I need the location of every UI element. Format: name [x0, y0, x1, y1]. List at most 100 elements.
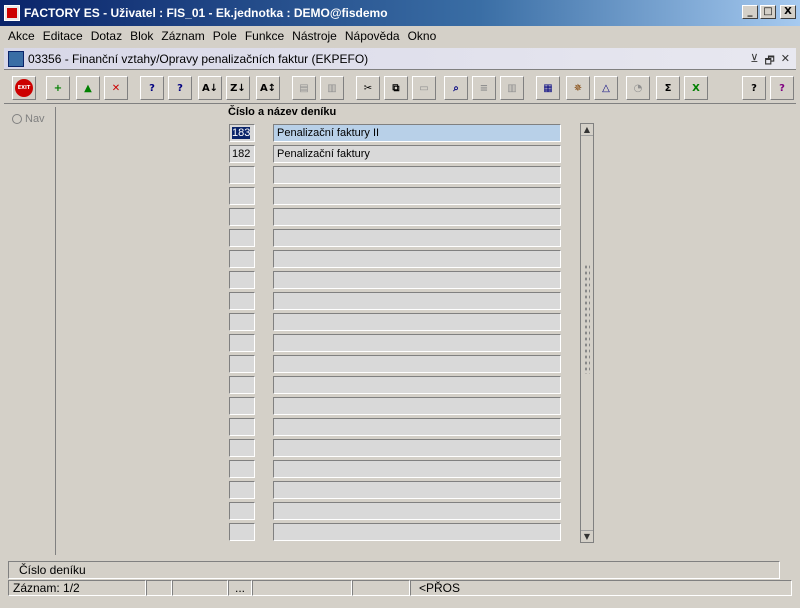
journal-name-field[interactable] [273, 523, 561, 541]
context-help-button[interactable]: ? [770, 76, 794, 100]
journal-number-field[interactable] [229, 397, 255, 415]
menu-item-4[interactable]: Záznam [157, 29, 208, 43]
chart-button[interactable]: ◔ [626, 76, 650, 100]
sort-desc-button[interactable]: Z↓ [226, 76, 250, 100]
journal-name-field[interactable]: Penalizační faktury II [273, 124, 561, 142]
menu-item-6[interactable]: Funkce [241, 29, 288, 43]
journal-name-field[interactable] [273, 439, 561, 457]
sort-asc-button[interactable]: A↓ [198, 76, 222, 100]
journal-name-field[interactable] [273, 229, 561, 247]
menu-item-3[interactable]: Blok [126, 29, 157, 43]
journal-name-field[interactable] [273, 334, 561, 352]
maximize-button[interactable]: □ [760, 5, 776, 19]
save-icon: ▲ [84, 82, 92, 94]
excel-button[interactable]: X [684, 76, 708, 100]
journal-name-field[interactable] [273, 418, 561, 436]
journal-name-field[interactable] [273, 292, 561, 310]
journal-number-field[interactable] [229, 460, 255, 478]
journal-number-field[interactable] [229, 376, 255, 394]
help-button[interactable]: ? [742, 76, 766, 100]
insert-record-button[interactable]: + [46, 76, 70, 100]
journal-name-field[interactable] [273, 187, 561, 205]
sum-button[interactable]: Σ [656, 76, 680, 100]
query-execute-button[interactable]: ? [168, 76, 192, 100]
journal-number-field[interactable] [229, 418, 255, 436]
journal-name-field[interactable] [273, 313, 561, 331]
journal-name-field[interactable] [273, 166, 561, 184]
journal-number-field[interactable] [229, 355, 255, 373]
copy-button[interactable]: ⧉ [384, 76, 408, 100]
journal-name-field[interactable] [273, 397, 561, 415]
table-row [229, 355, 561, 373]
nav-radio[interactable]: Nav [12, 113, 45, 125]
journal-number-field[interactable] [229, 313, 255, 331]
scroll-grip[interactable] [584, 264, 590, 374]
triangle-button[interactable]: △ [594, 76, 618, 100]
columns-button[interactable]: ▥ [500, 76, 524, 100]
journal-name-field[interactable] [273, 271, 561, 289]
journal-number-field[interactable] [229, 208, 255, 226]
nav-panel: Nav [6, 107, 56, 555]
journal-name-field[interactable] [273, 502, 561, 520]
status-mode: <PŘOS [410, 580, 792, 596]
journal-number-field[interactable] [229, 523, 255, 541]
print-button[interactable]: ▤ [292, 76, 316, 100]
exit-button[interactable]: EXIT [12, 76, 36, 100]
journal-name-field[interactable] [273, 355, 561, 373]
journal-name-field[interactable] [273, 376, 561, 394]
journal-number-field[interactable] [229, 250, 255, 268]
paste-button[interactable]: ▭ [412, 76, 436, 100]
sort-multi-button[interactable]: A↕ [256, 76, 280, 100]
lines-button[interactable]: ≡ [472, 76, 496, 100]
minimize-button[interactable]: _ [742, 5, 758, 19]
form-title: 03356 - Finanční vztahy/Opravy penalizač… [28, 52, 369, 66]
form-restore-icon[interactable]: 🗗 [764, 52, 774, 71]
menu-item-1[interactable]: Editace [39, 29, 87, 43]
vertical-scrollbar[interactable]: ▲ ▼ [580, 123, 594, 543]
journal-number-field[interactable]: 182 [229, 145, 255, 163]
journal-number-field[interactable] [229, 166, 255, 184]
journal-name-field[interactable] [273, 460, 561, 478]
app-icon [4, 5, 20, 21]
journal-number-field[interactable] [229, 481, 255, 499]
print-preview-button[interactable]: ▥ [320, 76, 344, 100]
menu-item-7[interactable]: Nástroje [288, 29, 341, 43]
close-button[interactable]: X [780, 5, 796, 19]
save-button[interactable]: ▲ [76, 76, 100, 100]
table-row [229, 523, 561, 541]
journal-number-field[interactable] [229, 439, 255, 457]
journal-number-field[interactable] [229, 187, 255, 205]
query-enter-button[interactable]: ? [140, 76, 164, 100]
delete-record-button[interactable]: ✕ [104, 76, 128, 100]
query-execute-icon: ? [177, 82, 183, 94]
scroll-down-icon[interactable]: ▼ [581, 530, 593, 542]
journal-number-field[interactable]: 183 [229, 124, 255, 142]
table-row [229, 187, 561, 205]
journal-number-field[interactable] [229, 229, 255, 247]
journal-name-field[interactable] [273, 208, 561, 226]
table-row [229, 208, 561, 226]
journal-name-field[interactable] [273, 250, 561, 268]
journal-name-field[interactable] [273, 481, 561, 499]
form-minimize-icon[interactable]: ⊻ [750, 52, 758, 71]
wheel-button[interactable]: ✵ [566, 76, 590, 100]
menu-item-5[interactable]: Pole [209, 29, 241, 43]
status-bar: Záznam: 1/2 ... <PŘOS [8, 580, 792, 596]
journal-number-field[interactable] [229, 292, 255, 310]
journal-number-field[interactable] [229, 502, 255, 520]
form-close-icon[interactable]: ✕ [781, 52, 790, 71]
journal-number-field[interactable] [229, 271, 255, 289]
menu-item-9[interactable]: Okno [404, 29, 441, 43]
menu-item-2[interactable]: Dotaz [87, 29, 126, 43]
sort-multi-icon: A↕ [259, 82, 277, 94]
journal-name-field[interactable]: Penalizační faktury [273, 145, 561, 163]
journal-number-field[interactable] [229, 334, 255, 352]
menu-item-0[interactable]: Akce [4, 29, 39, 43]
search-button[interactable]: ⌕ [444, 76, 468, 100]
search-icon: ⌕ [453, 82, 459, 94]
toolbar: EXIT + ▲ ✕?? A↓ Z↓ A↕ ▤ ▥ ✂ ⧉ ▭ ⌕ ≡ ▥ ▦ ✵ △ ◔ Σ X?? [4, 72, 796, 104]
scroll-up-icon[interactable]: ▲ [581, 124, 593, 136]
menu-item-8[interactable]: Nápověda [341, 29, 404, 43]
calculator-button[interactable]: ▦ [536, 76, 560, 100]
cut-button[interactable]: ✂ [356, 76, 380, 100]
